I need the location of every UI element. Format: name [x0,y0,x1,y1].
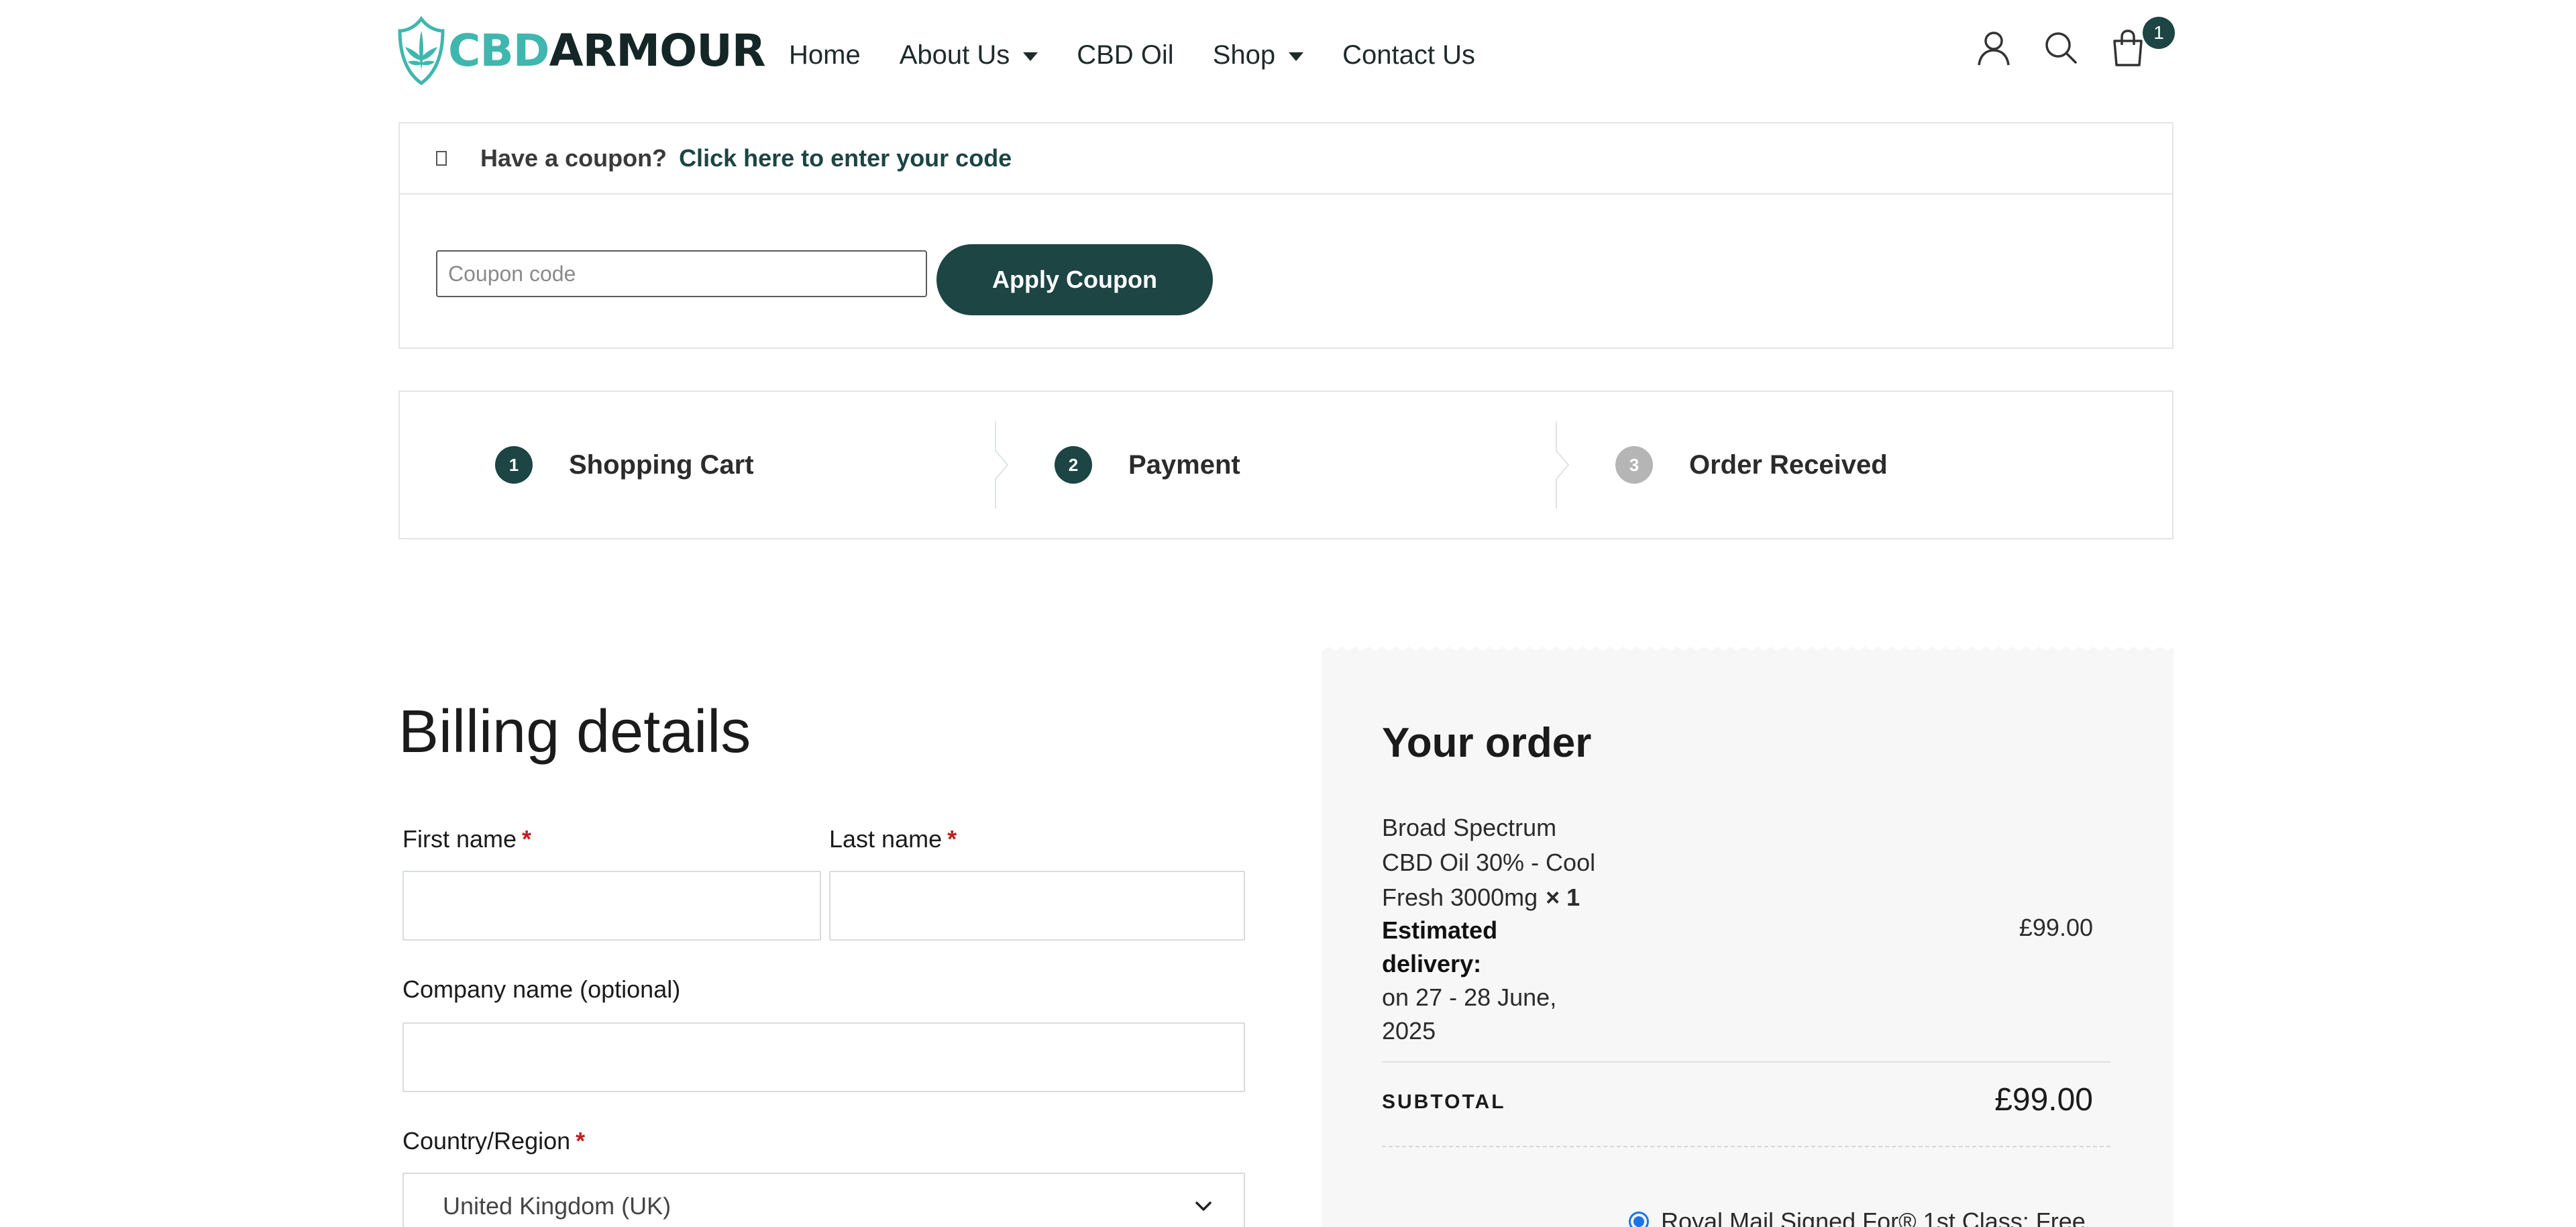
required-mark: * [522,825,532,853]
coupon-question: Have a coupon? [480,144,667,172]
order-title: Your order [1382,720,1592,766]
subtotal-label: SUBTOTAL [1382,1091,1506,1113]
step-payment[interactable]: 2 Payment [1055,392,1240,538]
coupon-form: Apply Coupon [436,232,1213,315]
step-number: 1 [495,446,533,484]
cart-button[interactable]: 1 [2106,17,2175,69]
chevron-down-icon [1195,1202,1212,1211]
step-separator [1555,421,1571,509]
cart-count-badge: 1 [2143,17,2175,49]
subtotal-value: £99.00 [1994,1082,2093,1118]
required-mark: * [947,825,957,853]
shipping-option[interactable]: Royal Mail Signed For® 1st Class: Free [1629,1208,2086,1227]
main-nav: Home About Us CBD Oil Shop Contact Us [789,35,1514,75]
site-logo[interactable]: CBDARMOUR [397,16,766,86]
company-name-input[interactable] [402,1022,1245,1092]
step-label: Shopping Cart [569,449,754,480]
coupon-toggle-link[interactable]: Click here to enter your code [679,144,1012,172]
billing-title: Billing details [398,698,751,765]
logo-text-armour: ARMOUR [549,25,766,76]
company-name-label: Company name (optional) [402,975,680,1004]
apply-coupon-button[interactable]: Apply Coupon [936,244,1213,315]
order-divider [1382,1061,2110,1063]
step-separator [994,421,1010,509]
last-name-input[interactable] [829,871,1245,941]
header-actions: 1 [1972,17,2175,71]
shipping-option-label: Royal Mail Signed For® 1st Class: Free [1661,1208,2086,1227]
nav-home[interactable]: Home [789,40,861,70]
nav-cbd-oil-label: CBD Oil [1077,40,1174,70]
first-name-label-text: First name [402,825,517,853]
step-order-received: 3 Order Received [1615,392,1888,538]
company-name-label-text: Company name (optional) [402,975,681,1003]
product-line-price: £99.00 [2019,914,2093,941]
nav-about-us-label: About Us [899,40,1010,70]
site-header: CBDARMOUR Home About Us CBD Oil Shop Con… [0,0,2576,109]
step-number: 3 [1615,446,1653,484]
step-shopping-cart[interactable]: 1 Shopping Cart [495,392,754,538]
required-mark: * [576,1127,586,1155]
nav-shop-label: Shop [1212,40,1276,70]
nav-contact-us[interactable]: Contact Us [1342,40,1475,70]
radio-selected-dot [1633,1216,1644,1227]
nav-cbd-oil[interactable]: CBD Oil [1077,40,1173,70]
shipping-radio[interactable] [1629,1212,1649,1227]
step-number: 2 [1055,446,1092,484]
nav-contact-us-label: Contact Us [1342,40,1475,70]
logo-text-cbd: CBD [448,25,550,76]
first-name-input[interactable] [402,871,821,941]
order-divider [1382,1146,2110,1147]
coupon-icon [436,151,447,166]
account-button[interactable] [1972,26,2015,69]
nav-about-us[interactable]: About Us [900,40,1038,70]
country-label-text: Country/Region [402,1127,571,1155]
estimated-delivery-label: Estimated delivery: [1382,916,1498,977]
last-name-label: Last name * [829,825,957,853]
nav-home-label: Home [789,40,861,70]
cart-icon [2113,30,2143,66]
first-name-label: First name * [402,825,531,853]
country-label: Country/Region * [402,1127,585,1155]
caret-down-icon [1289,52,1304,61]
estimated-delivery-date: on 27 - 28 June, 2025 [1382,983,1557,1045]
country-select[interactable]: United Kingdom (UK) [402,1173,1245,1227]
caret-down-icon [1023,52,1038,61]
coupon-toggle-bar: Have a coupon? Click here to enter your … [400,123,2172,195]
coupon-code-input[interactable] [436,250,927,297]
search-button[interactable] [2039,26,2082,69]
search-icon [2045,32,2077,64]
nav-shop[interactable]: Shop [1212,40,1304,70]
checkout-steps: 1 Shopping Cart 2 Payment 3 Order Receiv… [398,390,2174,539]
last-name-label-text: Last name [829,825,943,853]
country-selected-value: United Kingdom (UK) [443,1192,672,1220]
product-quantity: × 1 [1546,884,1580,911]
leaf-shield-icon [398,16,445,86]
coupon-section: Have a coupon? Click here to enter your … [398,122,2174,349]
order-product-name: Broad Spectrum CBD Oil 30% - Cool Fresh … [1382,810,1610,915]
step-label: Payment [1128,449,1240,480]
user-icon [1978,32,2010,66]
step-label: Order Received [1689,449,1888,480]
